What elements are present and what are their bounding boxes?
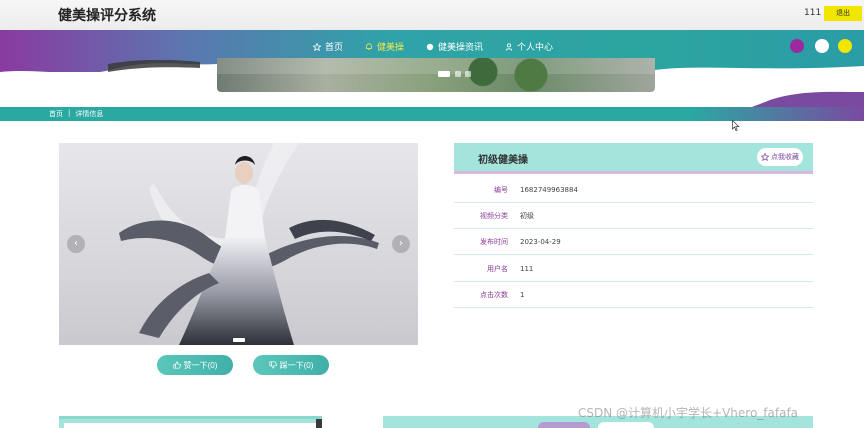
detail-label: 编号 — [494, 186, 508, 194]
breadcrumb-home[interactable]: 首页 — [49, 109, 63, 119]
favorite-button[interactable]: 点我收藏 — [757, 148, 803, 166]
detail-value: 2023-04-29 — [520, 238, 561, 246]
detail-row-id: 编号 1682749963884 — [454, 177, 813, 203]
favorite-button-label: 点我收藏 — [771, 154, 799, 161]
detail-value: 初级 — [520, 212, 534, 220]
main-nav: 首页 健美操 健美操资讯 个人中心 — [313, 40, 575, 53]
dancer-photo — [119, 143, 379, 345]
breadcrumb-current: 详情信息 — [75, 110, 104, 118]
detail-image-carousel[interactable] — [59, 143, 418, 345]
nav-item-home[interactable]: 首页 — [313, 40, 343, 53]
dislike-button[interactable]: 踩一下(0) — [253, 355, 329, 375]
banner-indicator-3[interactable] — [465, 71, 471, 77]
bottom-tab-2[interactable] — [598, 422, 654, 428]
detail-value: 111 — [520, 265, 534, 273]
carousel-indicator[interactable] — [233, 338, 245, 342]
nav-item-profile[interactable]: 个人中心 — [505, 40, 553, 53]
theme-dot-white[interactable] — [815, 39, 829, 53]
star-icon — [313, 42, 321, 51]
breadcrumb-band — [0, 107, 864, 121]
breadcrumb-separator: | — [68, 109, 71, 117]
carousel-prev-button[interactable]: ‹ — [67, 235, 85, 253]
thumbs-up-icon — [173, 361, 181, 369]
nav-item-aerobics[interactable]: 健美操 — [365, 40, 404, 53]
mouse-cursor-icon — [732, 120, 740, 131]
nav-item-label: 个人中心 — [517, 43, 554, 53]
breadcrumb: 首页 | 详情信息 — [49, 109, 103, 119]
detail-row-click-count: 点击次数 1 — [454, 282, 813, 308]
bottom-tab-1[interactable] — [538, 422, 590, 428]
detail-row-username: 用户名 111 — [454, 256, 813, 282]
detail-label: 发布时间 — [480, 238, 508, 246]
banner-indicator-2[interactable] — [455, 71, 461, 77]
nav-item-label: 首页 — [325, 43, 344, 53]
nav-item-label: 健美操资讯 — [438, 43, 484, 53]
current-user-name[interactable]: 111 — [804, 8, 821, 18]
bottom-left-panel-edge — [316, 419, 322, 428]
detail-header-underline — [454, 171, 813, 174]
user-icon — [505, 42, 513, 51]
detail-title: 初级健美操 — [478, 155, 528, 166]
watermark: CSDN @计算机小宇学长+Vhero_fafafa — [578, 406, 799, 420]
banner-indicator-1[interactable] — [438, 71, 450, 77]
like-button-label: 赞一下(0) — [183, 360, 218, 370]
site-title: 健美操评分系统 — [58, 8, 156, 24]
bottom-left-panel — [59, 416, 322, 428]
bell-icon — [366, 42, 372, 50]
bottom-left-panel-inner — [64, 423, 316, 428]
like-button[interactable]: 赞一下(0) — [157, 355, 233, 375]
detail-label: 视频分类 — [480, 212, 508, 220]
carousel-next-button[interactable]: › — [392, 235, 410, 253]
nav-item-label: 健美操 — [377, 43, 405, 53]
banner-slide-image[interactable] — [217, 58, 655, 92]
logout-button[interactable]: 退出 — [824, 6, 862, 21]
circle-icon — [426, 43, 434, 50]
detail-value: 1682749963884 — [520, 186, 578, 194]
dislike-button-label: 踩一下(0) — [279, 360, 314, 370]
theme-dot-purple[interactable] — [790, 39, 804, 53]
detail-row-category: 视频分类 初级 — [454, 203, 813, 229]
star-icon — [761, 153, 769, 161]
theme-dot-yellow[interactable] — [838, 39, 852, 53]
nav-item-news[interactable]: 健美操资讯 — [426, 40, 483, 53]
thumbs-down-icon — [269, 361, 277, 369]
detail-label: 用户名 — [487, 265, 508, 273]
detail-value: 1 — [520, 291, 525, 299]
detail-label: 点击次数 — [480, 291, 508, 299]
banner-sky — [217, 58, 655, 74]
detail-row-publish-time: 发布时间 2023-04-29 — [454, 229, 813, 255]
